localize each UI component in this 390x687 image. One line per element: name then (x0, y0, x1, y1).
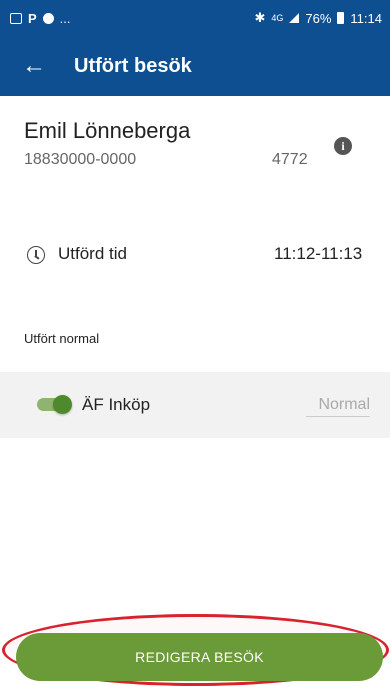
battery-percent: 76% (305, 10, 332, 26)
status-bar-right: ✱ 4G 76% 11:14 (254, 10, 382, 26)
personal-number: 18830000-0000 (24, 151, 137, 168)
info-icon[interactable]: i (334, 137, 352, 155)
parking-icon: P (28, 10, 37, 26)
task-status-field[interactable]: Normal (306, 396, 370, 417)
signal-icon (289, 13, 300, 23)
section-label: Utfört normal (24, 331, 100, 346)
battery-icon (337, 12, 345, 24)
client-name: Emil Lönneberga (24, 118, 191, 143)
clock-time: 11:14 (350, 10, 382, 26)
task-row: ÄF Inköp Normal (0, 372, 390, 438)
back-arrow-icon[interactable]: ← (0, 54, 74, 78)
toggle-thumb (53, 395, 72, 414)
gallery-icon (10, 12, 22, 24)
status-bar: P ... ✱ 4G 76% 11:14 (0, 0, 390, 36)
app-bar: ← Utfört besök (0, 36, 390, 96)
bluetooth-icon: ✱ (254, 10, 266, 25)
performed-time-label: Utförd tid (58, 244, 127, 263)
client-code: 4772 (272, 151, 308, 168)
edit-visit-button[interactable]: REDIGERA BESÖK (16, 633, 383, 681)
task-toggle[interactable] (37, 395, 72, 414)
task-label: ÄF Inköp (82, 395, 151, 414)
notification-icon (42, 12, 54, 24)
status-bar-left: P ... (10, 11, 71, 26)
performed-time-value: 11:12-11:13 (274, 244, 363, 263)
page-title: Utfört besök (74, 54, 192, 77)
more-notifications: ... (59, 10, 71, 26)
clock-icon (27, 246, 45, 264)
network-type: 4G (271, 13, 284, 23)
